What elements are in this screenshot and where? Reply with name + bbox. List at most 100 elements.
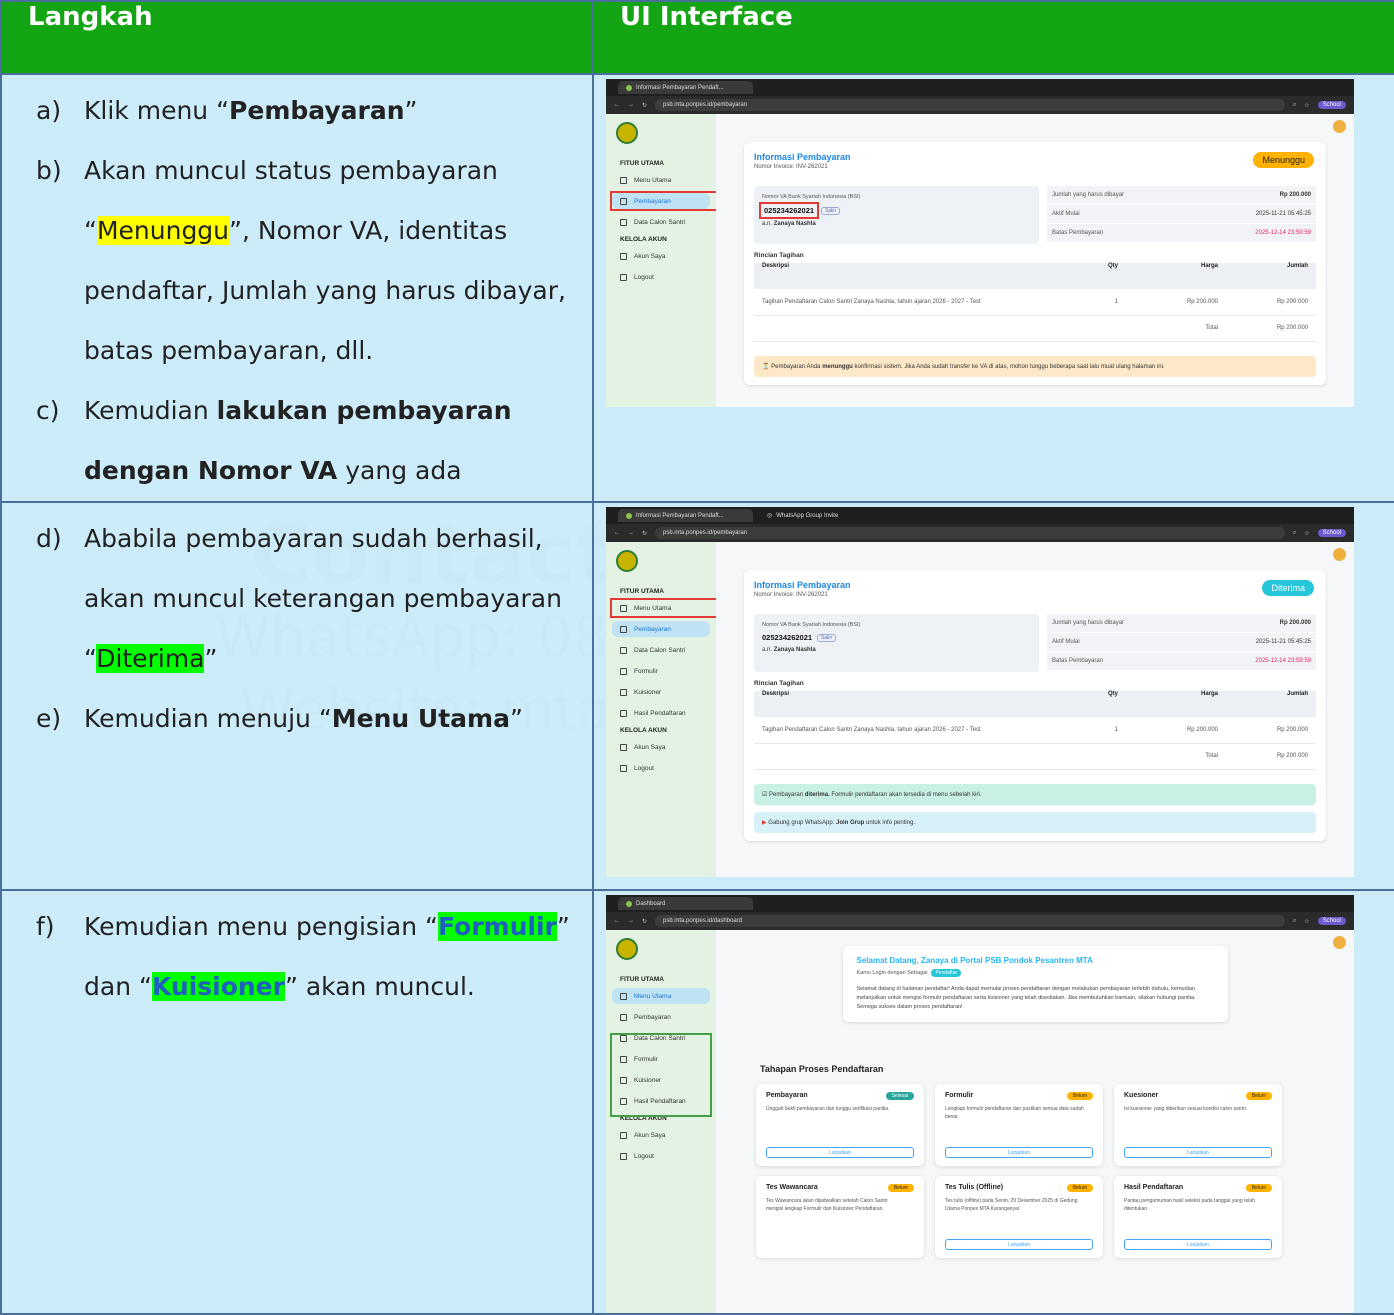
sidebar-item-pembayaran[interactable]: Pembayaran [612,1009,710,1025]
sidebar-item-formulir[interactable]: Formulir [612,663,710,679]
status-badge-accepted: Diterima [1262,580,1314,596]
table-row: Tagihan Pendaftaran Calon Santri Zanaya … [754,717,1316,744]
sidebar-item-logout[interactable]: Logout [612,1148,710,1164]
sidebar-section-akun: KELOLA AKUN [620,236,667,243]
back-icon[interactable]: ← [614,530,620,536]
logout-icon [620,1152,627,1160]
logout-icon [620,273,627,281]
search-icon[interactable]: ⌕ [1293,918,1296,925]
step-c: c) Kemudian lakukan pembayaran [36,396,512,425]
profile-button[interactable]: School [1317,917,1346,925]
address-bar: ← → ↻ psb.mta.ponpes.id/pembayaran ⌕ ☆ School [606,96,1354,114]
logout-icon [620,764,627,772]
sidebar-item-logout[interactable]: Logout [612,760,710,776]
sidebar-item-pembayaran[interactable]: Pembayaran [610,191,720,211]
reload-icon[interactable]: ↻ [642,530,647,537]
profile-button[interactable]: School [1317,101,1346,109]
steps-cell-3: f) Kemudian menu pengisian “Formulir” dan… [0,889,594,1315]
steps-table: Langkah UI Interface a) Klik menu “Pembay… [0,0,1394,1315]
step-d-line3: “Diterima” [84,644,218,673]
payment-card: Informasi Pembayaran Nomor Invoice: INV-… [744,142,1326,385]
sidebar-item-pembayaran[interactable]: Pembayaran [612,621,710,637]
profile-button[interactable]: School [1317,529,1346,537]
search-icon[interactable]: ⌕ [1293,530,1296,537]
tab-payment[interactable]: Informasi Pembayaran Pendaft... [618,81,753,94]
va-box: Nomor VA Bank Syariah Indonesia (BSI) 02… [754,186,1039,244]
table-row: Tagihan Pendaftaran Calon Santri Zanaya … [754,289,1316,316]
step-d-line2: akan muncul keterangan pembayaran [84,584,562,613]
card-icon [620,1013,627,1021]
step-b: b) Akan muncul status pembayaran [36,156,498,185]
sidebar-item-menu-utama[interactable]: Menu Utama [610,598,720,618]
payment-card: Informasi Pembayaran Nomor Invoice: INV-… [744,570,1326,841]
step-b-line2: “Menunggu”, Nomor VA, identitas [84,216,508,245]
sidebar-item-akun[interactable]: Akun Saya [612,248,710,264]
avatar[interactable] [1333,548,1346,561]
sidebar-item-logout[interactable]: Logout [612,269,710,285]
sidebar-item-data-calon[interactable]: Data Calon Santri [612,214,710,230]
status-badge-waiting: Menunggu [1253,152,1314,168]
sidebar-item-hasil[interactable]: Hasil Pendaftaran [612,705,710,721]
tab-whatsapp[interactable]: ◎ WhatsApp Group Invite [759,509,869,522]
highlight-box [610,598,720,618]
sidebar: FITUR UTAMA Menu Utama Pembayaran Data C… [606,542,720,877]
join-group-link[interactable]: Join Grup [836,820,864,826]
avatar[interactable] [1333,936,1346,949]
url-field[interactable]: psb.mta.ponpes.id/pembayaran [655,99,1285,111]
step-b-line3: pendaftar, Jumlah yang harus dibayar, [84,276,566,305]
main-content: Informasi Pembayaran Nomor Invoice: INV-… [716,114,1354,407]
whatsapp-icon: ◎ [767,513,773,519]
step-card-hasil: Hasil Pendaftaran Belum Pantau pengumuman … [1114,1176,1282,1258]
sidebar-item-menu-utama[interactable]: Menu Utama [612,988,710,1004]
reload-icon[interactable]: ↻ [642,918,647,925]
screenshot-cell-1: Informasi Pembayaran Pendaft... ← → ↻ psb.m… [592,73,1394,503]
star-icon[interactable]: ☆ [1304,918,1309,925]
card-icon [620,625,627,633]
forward-icon[interactable]: → [628,530,634,536]
user-icon [620,218,627,226]
step-e: e) Kemudian menuju “Menu Utama” [36,704,523,733]
payment-details: Jumlah yang harus dibayar Rp 200.000 Akti… [1047,186,1316,244]
tab-dashboard[interactable]: Dashboard [618,897,753,910]
star-icon[interactable]: ☆ [1304,530,1309,537]
forward-icon[interactable]: → [628,918,634,924]
star-icon[interactable]: ☆ [1304,102,1309,109]
rincian-title: Rincian Tagihan [754,252,804,259]
logo-icon [616,550,638,572]
user-icon [620,646,627,654]
reload-icon[interactable]: ↻ [642,102,647,109]
continue-button[interactable]: Lanjutkan [1124,1147,1272,1158]
back-icon[interactable]: ← [614,102,620,108]
step-f: f) Kemudian menu pengisian “Formulir” [36,912,570,941]
users-icon [620,252,627,260]
main-content: Selamat Datang, Zanaya di Portal PSB Pon… [716,930,1354,1313]
va-box: Nomor VA Bank Syariah Indonesia (BSI) 02… [754,614,1039,672]
status-badge: Belum [887,1184,914,1192]
url-field[interactable]: psb.mta.ponpes.id/dashboard [655,915,1285,927]
search-icon[interactable]: ⌕ [1293,102,1296,109]
url-field[interactable]: psb.mta.ponpes.id/pembayaran [655,527,1285,539]
sidebar-item-kuisioner[interactable]: Kuisioner [612,684,710,700]
sidebar-item-akun[interactable]: Akun Saya [612,1127,710,1143]
forward-icon[interactable]: → [628,102,634,108]
step-card-kuesioner: Kuesioner Belum Isi kuesioner yang diberik… [1114,1084,1282,1166]
continue-button[interactable]: Lanjutkan [766,1147,914,1158]
users-icon [620,743,627,751]
continue-button[interactable]: Lanjutkan [945,1147,1093,1158]
steps-cell-2: d) Ababila pembayaran sudah berhasil, aka… [0,501,594,891]
sidebar-item-akun[interactable]: Akun Saya [612,739,710,755]
continue-button[interactable]: Lanjutkan [1124,1239,1272,1250]
table-row-total: Total Rp 200.000 [754,315,1316,342]
copy-button[interactable]: Salin [817,633,837,642]
copy-button[interactable]: Salin [821,206,841,215]
sidebar-item-data-calon[interactable]: Data Calon Santri [612,642,710,658]
avatar[interactable] [1333,120,1346,133]
browser-dashboard: Dashboard ← → ↻ psb.mta.ponpes.id/dashboard… [606,895,1354,1313]
step-d: d) Ababila pembayaran sudah berhasil, [36,524,543,553]
back-icon[interactable]: ← [614,918,620,924]
status-badge: Belum [1066,1092,1093,1100]
continue-button[interactable]: Lanjutkan [945,1239,1093,1250]
sidebar-item-menu-utama[interactable]: Menu Utama [612,172,710,188]
tab-payment[interactable]: Informasi Pembayaran Pendaft... [618,509,753,522]
invoice-number: Nomor Invoice: INV-262021 [754,164,828,170]
